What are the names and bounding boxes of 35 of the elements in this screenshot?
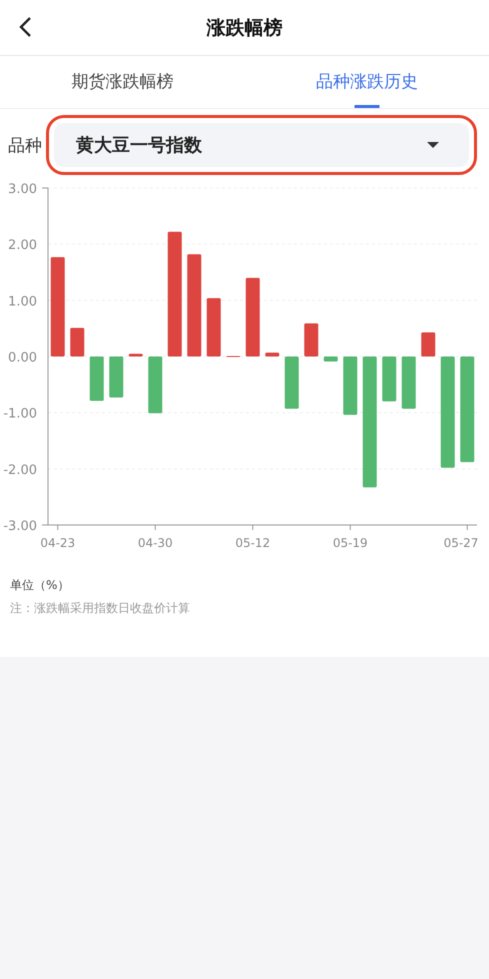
bar xyxy=(109,356,124,398)
note-text: 注：涨跌幅采用指数日收盘价计算 xyxy=(10,600,191,617)
bar xyxy=(265,352,280,356)
back-button[interactable] xyxy=(18,16,32,38)
y-axis-label: 0.00 xyxy=(8,350,37,366)
bar xyxy=(148,356,162,414)
page-title: 涨跌幅榜 xyxy=(206,16,282,40)
y-axis-label: -3.00 xyxy=(3,519,37,534)
x-axis-label: 05-27 xyxy=(444,536,478,550)
bar xyxy=(343,356,358,415)
y-axis-label: 1.00 xyxy=(8,294,37,310)
bar xyxy=(284,356,299,409)
bar xyxy=(128,354,143,356)
x-axis-label: 05-12 xyxy=(235,536,270,550)
x-axis-label: 04-23 xyxy=(40,536,76,550)
bar xyxy=(324,356,338,362)
back-chevron-icon xyxy=(18,16,32,38)
bar xyxy=(402,356,416,409)
tab[interactable]: 期货涨跌幅榜 xyxy=(0,56,244,108)
y-axis-label: 3.00 xyxy=(8,182,37,197)
bar xyxy=(304,323,318,356)
bar xyxy=(382,356,396,402)
y-axis-label: -2.00 xyxy=(3,462,37,478)
bar xyxy=(206,298,221,356)
y-axis-label: -1.00 xyxy=(3,406,37,422)
variety-dropdown[interactable]: 黄大豆一号指数 xyxy=(54,123,469,167)
variety-label: 品种 xyxy=(8,134,42,156)
bar xyxy=(90,356,104,401)
unit-text: 单位（%） xyxy=(10,577,70,594)
dropdown-caret-icon xyxy=(427,142,439,148)
x-axis-label: 04-30 xyxy=(138,536,173,550)
bar xyxy=(421,332,436,356)
y-axis-label: 2.00 xyxy=(8,238,37,254)
x-axis-label: 05-19 xyxy=(332,536,368,550)
bar xyxy=(70,328,84,356)
